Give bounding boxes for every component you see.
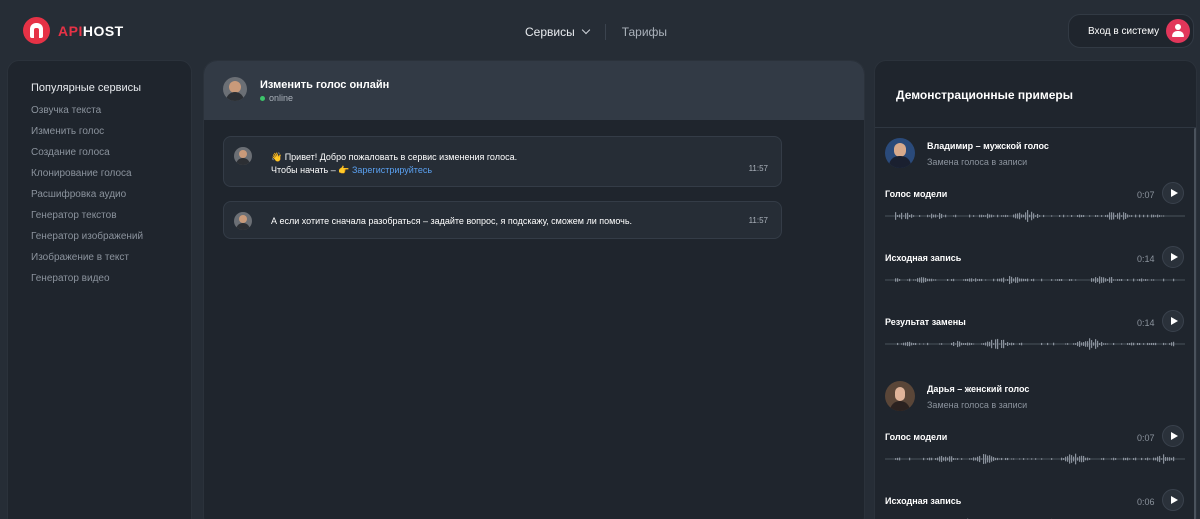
- nav-tariffs[interactable]: Тарифы: [622, 25, 667, 39]
- waveform[interactable]: [885, 337, 1185, 351]
- sidebar-item-image-gen[interactable]: Генератор изображений: [31, 231, 143, 252]
- nav-divider: [604, 24, 606, 40]
- play-button[interactable]: [1162, 182, 1184, 204]
- avatar: [885, 138, 915, 168]
- message-line: Чтобы начать – 👉 Зарегистрируйтесь: [271, 164, 517, 177]
- play-button[interactable]: [1162, 310, 1184, 332]
- sidebar-item-text-gen[interactable]: Генератор текстов: [31, 210, 143, 231]
- track-duration: 0:14: [1137, 254, 1155, 264]
- play-icon: [1171, 496, 1178, 504]
- track-label: Голос модели: [885, 189, 948, 199]
- chat-message: 👋 Привет! Добро пожаловать в сервис изме…: [223, 136, 782, 187]
- sidebar-item-transcribe[interactable]: Расшифровка аудио: [31, 189, 143, 210]
- play-button[interactable]: [1162, 425, 1184, 447]
- user-icon: [1166, 19, 1190, 43]
- demo-title: Демонстрационные примеры: [896, 88, 1073, 102]
- track-duration: 0:07: [1137, 190, 1155, 200]
- sidebar-item-tts[interactable]: Озвучка текста: [31, 105, 143, 126]
- play-icon: [1171, 432, 1178, 440]
- nav-services[interactable]: Сервисы: [525, 25, 590, 39]
- header: APIHOST Сервисы Тарифы Вход в систему: [0, 0, 1200, 60]
- login-button[interactable]: Вход в систему: [1068, 14, 1194, 48]
- sidebar-item-change-voice[interactable]: Изменить голос: [31, 126, 143, 147]
- audio-track: Голос модели 0:07: [885, 425, 1185, 472]
- person-subtitle: Замена голоса в записи: [927, 157, 1028, 167]
- bot-avatar: [223, 77, 247, 101]
- person-name: Дарья – женский голос: [927, 384, 1030, 394]
- message-text: А если хотите сначала разобраться – зада…: [271, 216, 633, 226]
- waveform[interactable]: [885, 209, 1185, 223]
- divider: [875, 127, 1196, 128]
- track-label: Исходная запись: [885, 253, 962, 263]
- track-duration: 0:14: [1137, 318, 1155, 328]
- audio-track: Голос модели 0:07: [885, 182, 1185, 229]
- chat-status: online: [260, 93, 293, 103]
- play-icon: [1171, 189, 1178, 197]
- message-time: 11:57: [748, 216, 768, 225]
- bot-avatar: [234, 212, 252, 230]
- message-line: 👋 Привет! Добро пожаловать в сервис изме…: [271, 152, 518, 162]
- track-duration: 0:07: [1137, 433, 1155, 443]
- person-subtitle: Замена голоса в записи: [927, 400, 1028, 410]
- services-sidebar: Популярные сервисы Озвучка текста Измени…: [7, 60, 192, 519]
- logo-text: APIHOST: [58, 22, 124, 39]
- top-nav: Сервисы Тарифы: [525, 24, 667, 40]
- sidebar-item-video-gen[interactable]: Генератор видео: [31, 273, 143, 294]
- track-label: Исходная запись: [885, 496, 962, 506]
- track-label: Голос модели: [885, 432, 948, 442]
- waveform[interactable]: [885, 273, 1185, 287]
- audio-track: Результат замены 0:14: [885, 310, 1185, 357]
- person-name: Владимир – мужской голос: [927, 141, 1049, 151]
- chat-panel: Изменить голос онлайн online 👋 Привет! Д…: [203, 60, 865, 519]
- track-label: Результат замены: [885, 317, 966, 327]
- nav-services-label: Сервисы: [525, 25, 575, 39]
- play-button[interactable]: [1162, 489, 1184, 511]
- play-icon: [1171, 253, 1178, 261]
- play-icon: [1171, 317, 1178, 325]
- services-list: Озвучка текста Изменить голос Создание г…: [31, 105, 143, 294]
- scrollbar[interactable]: [1194, 128, 1196, 519]
- play-button[interactable]: [1162, 246, 1184, 268]
- audio-track: Исходная запись 0:14: [885, 246, 1185, 293]
- avatar: [885, 381, 915, 411]
- sidebar-item-image-to-text[interactable]: Изображение в текст: [31, 252, 143, 273]
- message-prefix: Чтобы начать – 👉: [271, 165, 352, 175]
- bot-avatar: [234, 147, 252, 165]
- audio-track: Исходная запись 0:06: [885, 489, 1185, 519]
- track-duration: 0:06: [1137, 497, 1155, 507]
- sidebar-title: Популярные сервисы: [31, 82, 142, 94]
- chat-title: Изменить голос онлайн: [260, 79, 390, 91]
- chevron-down-icon: [581, 25, 590, 35]
- status-label: online: [269, 93, 294, 103]
- chat-header: Изменить голос онлайн online: [204, 61, 864, 120]
- message-time: 11:57: [748, 164, 768, 173]
- online-dot-icon: [260, 95, 265, 101]
- logo-icon: [23, 17, 50, 44]
- message-text: 👋 Привет! Добро пожаловать в сервис изме…: [271, 151, 517, 177]
- demo-panel: Демонстрационные примеры Владимир – мужс…: [874, 60, 1197, 519]
- chat-message: А если хотите сначала разобраться – зада…: [223, 201, 782, 239]
- waveform[interactable]: [885, 452, 1185, 466]
- login-label: Вход в систему: [1088, 25, 1160, 37]
- logo[interactable]: APIHOST: [23, 17, 124, 44]
- sidebar-item-clone-voice[interactable]: Клонирование голоса: [31, 168, 143, 189]
- sidebar-item-create-voice[interactable]: Создание голоса: [31, 147, 143, 168]
- register-link[interactable]: Зарегистрируйтесь: [352, 165, 432, 175]
